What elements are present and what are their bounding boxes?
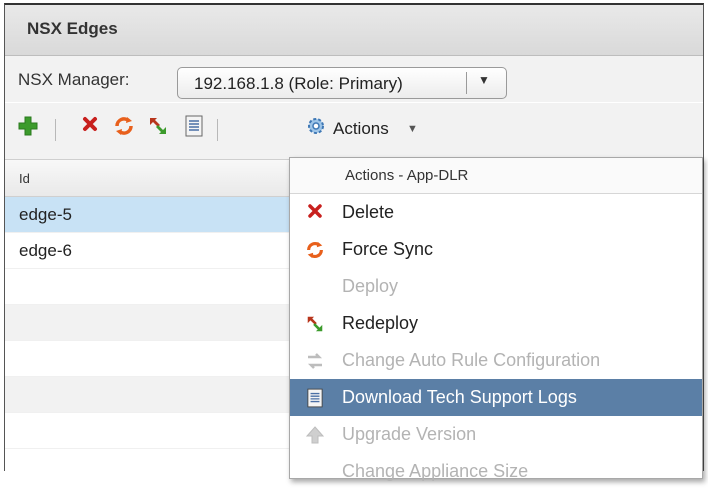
- menu-item-label: Download Tech Support Logs: [342, 387, 577, 407]
- actions-menu: Actions - App-DLR Delete Force Sync Depl…: [289, 157, 703, 481]
- manager-select[interactable]: 192.168.1.8 (Role: Primary) ▼: [177, 67, 507, 99]
- change-rule-icon: [305, 351, 325, 371]
- menu-item-label: Delete: [342, 202, 395, 222]
- menu-header: Actions - App-DLR: [290, 158, 702, 194]
- column-header-id[interactable]: Id: [19, 171, 30, 186]
- menu-item-upgrade-version: Upgrade Version: [290, 416, 702, 453]
- sync-icon: [305, 240, 325, 260]
- menu-item-label: Redeploy: [342, 313, 419, 333]
- menu-item-change-auto-rule: Change Auto Rule Configuration: [290, 342, 702, 379]
- menu-item-label: Force Sync: [342, 239, 434, 259]
- chevron-down-icon[interactable]: ▼: [478, 73, 490, 87]
- delete-icon: [305, 203, 325, 223]
- manager-label: NSX Manager:: [18, 70, 130, 89]
- upgrade-icon: [305, 425, 325, 445]
- menu-item-delete[interactable]: Delete: [290, 194, 702, 231]
- chevron-down-icon: ▼: [407, 123, 418, 135]
- panel-titlebar: NSX Edges: [5, 5, 703, 56]
- toolbar: Actions ▼: [5, 103, 703, 160]
- panel-title: NSX Edges: [27, 19, 118, 38]
- menu-item-force-sync[interactable]: Force Sync: [290, 231, 702, 268]
- toolbar-divider: [55, 119, 56, 141]
- menu-item-label: Deploy: [342, 276, 399, 296]
- menu-item-redeploy[interactable]: Redeploy: [290, 305, 702, 342]
- tech-logs-icon: [305, 388, 325, 408]
- menu-item-download-tech-support-logs[interactable]: Download Tech Support Logs: [290, 379, 702, 416]
- edge-id-cell: edge-6: [19, 241, 72, 260]
- gear-icon: [303, 115, 329, 141]
- menu-item-change-appliance-size: Change Appliance Size: [290, 453, 702, 490]
- menu-header-label: Actions - App-DLR: [345, 167, 469, 184]
- sync-icon[interactable]: [111, 115, 137, 141]
- menu-item-label: Change Appliance Size: [342, 461, 529, 481]
- toolbar-divider: [217, 119, 218, 141]
- edge-id-cell: edge-5: [19, 205, 72, 224]
- delete-icon[interactable]: [77, 115, 103, 141]
- actions-label: Actions: [333, 119, 389, 138]
- manager-select-value: 192.168.1.8 (Role: Primary): [194, 74, 403, 93]
- tech-logs-icon[interactable]: [181, 115, 207, 141]
- redeploy-icon[interactable]: [145, 115, 171, 141]
- add-icon[interactable]: [15, 115, 41, 141]
- menu-item-label: Upgrade Version: [342, 424, 477, 444]
- menu-item-deploy: Deploy: [290, 268, 702, 305]
- manager-row: NSX Manager: 192.168.1.8 (Role: Primary)…: [5, 56, 703, 102]
- menu-item-label: Change Auto Rule Configuration: [342, 350, 601, 370]
- select-divider: [466, 72, 467, 94]
- redeploy-icon: [305, 314, 325, 334]
